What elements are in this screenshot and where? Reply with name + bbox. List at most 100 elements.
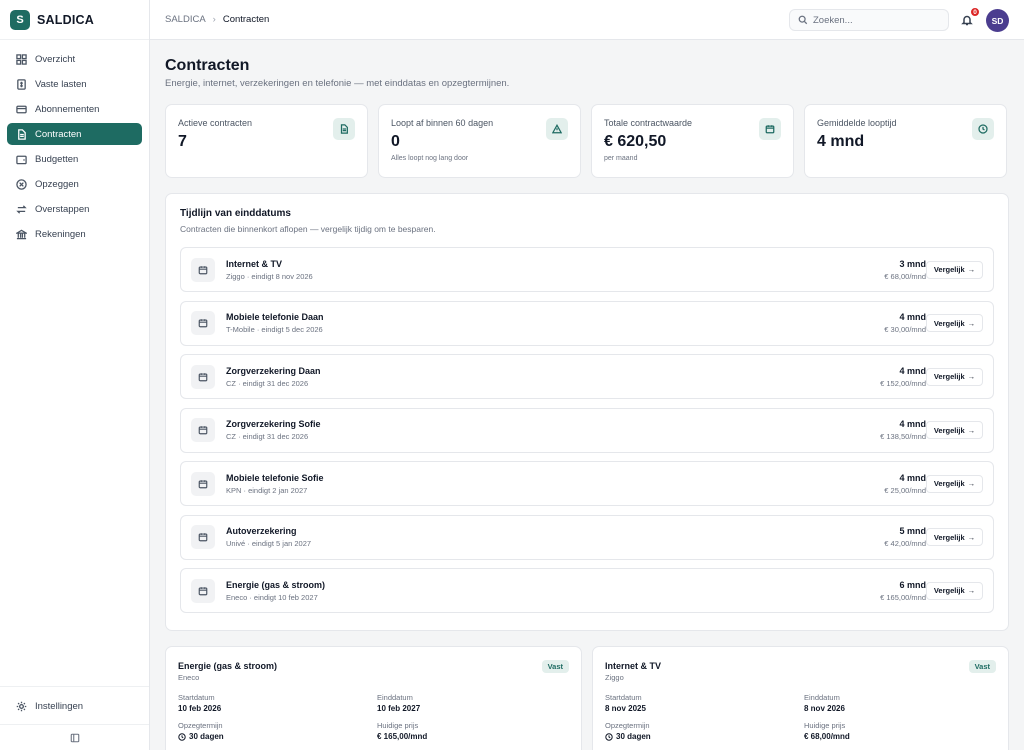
sidebar-item-overstappen[interactable]: Overstappen: [7, 198, 142, 220]
contract-price: € 68,00/mnd: [884, 271, 926, 281]
page-title: Contracten: [165, 57, 250, 74]
contract-provider: Eneco: [178, 673, 200, 682]
compare-button[interactable]: Vergelijk →: [926, 260, 983, 279]
stat-label: Gemiddelde looptijd: [817, 118, 897, 128]
stat-label: Actieve contracten: [178, 118, 253, 128]
compare-label: Vergelijk: [933, 318, 965, 328]
compare-button[interactable]: Vergelijk →: [926, 581, 983, 600]
contract-meta: T-Mobile · eindigt 5 dec 2026: [226, 325, 323, 334]
compare-label: Vergelijk: [933, 265, 965, 274]
clock-icon: [178, 732, 186, 741]
stat-card: Totale contractwaarde € 620,50 per maand: [591, 104, 794, 178]
compare-label: Vergelijk: [933, 372, 965, 381]
search-box[interactable]: [789, 9, 949, 31]
status-badge: Vast: [968, 660, 996, 673]
sidebar-settings: Instellingen: [0, 686, 149, 724]
sidebar-item-instellingen[interactable]: Instellingen: [7, 695, 142, 717]
contract-detail-card[interactable]: Internet & TV Ziggo Vast Startdatum 8 nov…: [592, 646, 1009, 750]
compare-button[interactable]: Vergelijk →: [926, 367, 983, 386]
compare-button[interactable]: Vergelijk →: [926, 474, 983, 493]
timeline-list: Internet & TV Ziggo · eindigt 8 nov 2026 …: [180, 247, 994, 613]
sidebar-item-contracten[interactable]: Contracten: [7, 123, 142, 145]
timeline-title: Tijdlijn van einddatums: [180, 208, 291, 219]
sidebar: S SALDICA Overzicht Vaste lasten Abonnem…: [0, 0, 150, 750]
sidebar-item-overzicht[interactable]: Overzicht: [7, 48, 142, 70]
document-icon: [16, 128, 27, 140]
compare-button[interactable]: Vergelijk →: [926, 314, 983, 332]
contract-duration: 4 mnd: [899, 312, 926, 322]
notifications-button[interactable]: 0: [961, 7, 980, 27]
arrow-right-icon: →: [967, 318, 976, 328]
stat-card: Actieve contracten 7: [165, 104, 368, 178]
collapse-sidebar-button[interactable]: [0, 724, 149, 750]
calendar-icon: [759, 118, 781, 140]
chevron-right-icon: ›: [212, 14, 216, 25]
arrow-right-icon: →: [967, 372, 976, 381]
notification-badge: 0: [970, 7, 980, 17]
arrow-right-icon: →: [967, 425, 976, 435]
breadcrumb-root[interactable]: SALDICA: [165, 14, 206, 25]
sidebar-item-abonnementen[interactable]: Abonnementen: [7, 98, 142, 120]
timeline-row: Internet & TV Ziggo · eindigt 8 nov 2026 …: [180, 247, 994, 292]
contract-price: € 165,00/mnd: [880, 592, 926, 602]
sidebar-item-budgetten[interactable]: Budgetten: [7, 148, 142, 170]
stat-value: € 620,50: [604, 133, 667, 150]
calendar-icon: [191, 311, 215, 335]
sidebar-item-rekeningen[interactable]: Rekeningen: [7, 223, 142, 245]
topbar: SALDICA › Contracten 0 SD: [150, 0, 1024, 40]
compare-label: Vergelijk: [933, 479, 965, 488]
start-label: Startdatum: [178, 693, 215, 702]
notice-label: Opzegtermijn: [178, 721, 223, 730]
avatar[interactable]: SD: [986, 9, 1009, 32]
gear-icon: [16, 701, 27, 712]
contract-name: Zorgverzekering Sofie: [226, 419, 321, 429]
compare-label: Vergelijk: [933, 425, 965, 435]
contract-price: € 30,00/mnd: [884, 325, 926, 334]
stat-hint: Alles loopt nog lang door: [391, 155, 469, 162]
start-value: 10 feb 2026: [178, 704, 222, 713]
timeline-row: Mobiele telefonie Sofie KPN · eindigt 2 j…: [180, 461, 994, 506]
arrow-right-icon: →: [967, 265, 976, 274]
brand-logo: S: [10, 9, 30, 30]
calendar-icon: [191, 471, 215, 496]
contract-meta: CZ · eindigt 31 dec 2026: [226, 378, 309, 388]
stat-value: 0: [391, 133, 400, 150]
grid-icon: [16, 53, 27, 65]
stat-value: 4 mnd: [817, 133, 865, 150]
contract-duration: 4 mnd: [899, 419, 926, 429]
contract-duration: 4 mnd: [899, 365, 926, 376]
contract-price: € 25,00/mnd: [884, 485, 926, 495]
contract-meta: Univé · eindigt 5 jan 2027: [226, 539, 312, 548]
sidebar-nav: Overzicht Vaste lasten Abonnementen Cont…: [0, 40, 149, 256]
contract-meta: Eneco · eindigt 10 feb 2027: [226, 592, 318, 602]
sidebar-item-label: Vaste lasten: [35, 78, 87, 90]
contract-name: Autoverzekering: [226, 526, 297, 536]
stat-label: Loopt af binnen 60 dagen: [391, 118, 494, 128]
contract-name: Zorgverzekering Daan: [226, 365, 321, 376]
search-icon: [798, 15, 808, 25]
search-input[interactable]: [813, 14, 938, 26]
end-label: Einddatum: [377, 693, 413, 702]
contract-duration: 3 mnd: [899, 258, 926, 269]
contract-details: Energie (gas & stroom) Eneco Vast Startd…: [165, 646, 1009, 750]
brand[interactable]: S SALDICA: [0, 0, 149, 40]
calendar-icon: [191, 418, 215, 442]
timeline-row: Zorgverzekering Daan CZ · eindigt 31 dec …: [180, 354, 994, 399]
sidebar-item-vaste-lasten[interactable]: Vaste lasten: [7, 73, 142, 95]
price-value: € 165,00/mnd: [377, 732, 428, 741]
contract-detail-card[interactable]: Energie (gas & stroom) Eneco Vast Startd…: [165, 646, 582, 750]
document-icon: [333, 118, 355, 140]
timeline-subtitle: Contracten die binnenkort aflopen — verg…: [180, 224, 436, 234]
contract-meta: CZ · eindigt 31 dec 2026: [226, 432, 309, 441]
compare-label: Vergelijk: [933, 532, 965, 542]
contract-name: Mobiele telefonie Daan: [226, 312, 324, 322]
compare-button[interactable]: Vergelijk →: [926, 528, 983, 546]
sidebar-item-label: Abonnementen: [35, 103, 100, 115]
end-value: 8 nov 2026: [804, 704, 845, 713]
end-label: Einddatum: [804, 693, 840, 702]
main-content: Contracten Energie, internet, verzekerin…: [150, 40, 1024, 750]
notice-label: Opzegtermijn: [605, 721, 650, 730]
sidebar-item-opzeggen[interactable]: Opzeggen: [7, 173, 142, 195]
compare-button[interactable]: Vergelijk →: [926, 421, 983, 439]
breadcrumb: SALDICA › Contracten: [165, 14, 269, 25]
